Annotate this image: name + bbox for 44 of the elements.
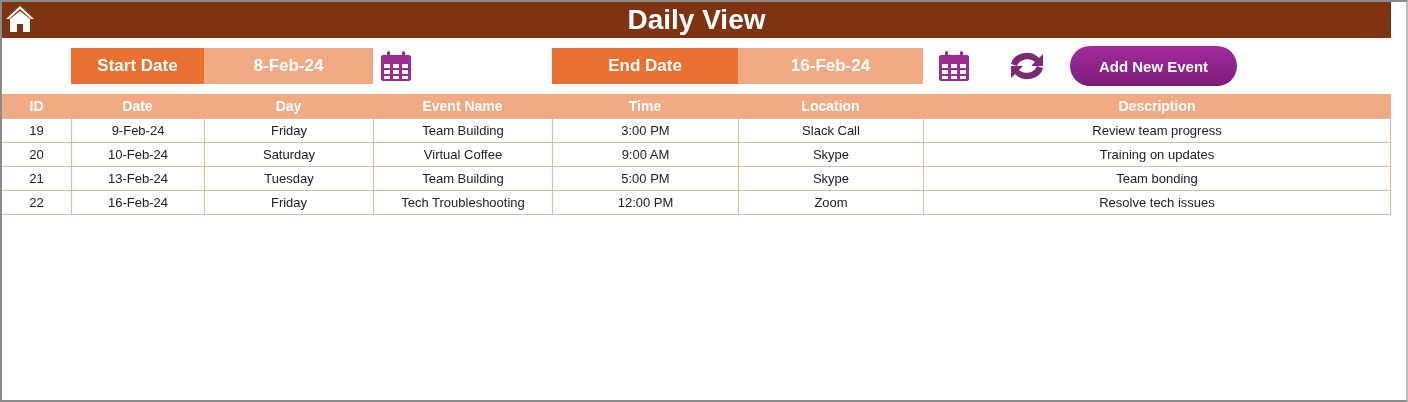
table-cell: 19 (2, 118, 71, 142)
date-field[interactable]: 8-Feb-24 (204, 48, 373, 84)
table-cell: Team bonding (923, 166, 1391, 190)
table-cell: 21 (2, 166, 71, 190)
table-cell: Zoom (738, 190, 923, 214)
table-cell: Skype (738, 166, 923, 190)
table-cell: Team Building (373, 166, 552, 190)
table-cell: Friday (204, 118, 373, 142)
column-header: Event Name (421, 97, 504, 116)
date-label: Start Date (71, 48, 204, 84)
table-cell: Tuesday (204, 166, 373, 190)
table-cell: 22 (2, 190, 71, 214)
column-header: Date (121, 97, 154, 116)
table-cell: Training on updates (923, 142, 1391, 166)
column-header: Day (274, 97, 303, 116)
add-event-button[interactable]: Add New Event (1070, 46, 1237, 86)
table-cell: Friday (204, 190, 373, 214)
column-header: Time (627, 97, 663, 116)
page-title: Daily View (627, 4, 766, 36)
table-cell: Virtual Coffee (373, 142, 552, 166)
calendar-icon[interactable] (938, 50, 970, 82)
table-cell: 3:00 PM (552, 118, 738, 142)
calendar-icon[interactable] (380, 50, 412, 82)
table-cell: Review team progress (923, 118, 1391, 142)
table-cell: Saturday (204, 142, 373, 166)
table-cell: 10-Feb-24 (71, 142, 204, 166)
table-cell: 13-Feb-24 (71, 166, 204, 190)
table-cell: 20 (2, 142, 71, 166)
column-header: ID (28, 97, 45, 116)
table-cell: 12:00 PM (552, 190, 738, 214)
table-cell: 9:00 AM (552, 142, 738, 166)
home-icon[interactable] (4, 4, 36, 34)
table-cell: 9-Feb-24 (71, 118, 204, 142)
column-header: Description (1117, 97, 1197, 116)
table-cell: 16-Feb-24 (71, 190, 204, 214)
table-cell: Tech Troubleshooting (373, 190, 552, 214)
table-cell: Skype (738, 142, 923, 166)
date-field[interactable]: 16-Feb-24 (738, 48, 923, 84)
table-cell: 5:00 PM (552, 166, 738, 190)
date-label: End Date (552, 48, 738, 84)
table-cell: Resolve tech issues (923, 190, 1391, 214)
table-cell: Team Building (373, 118, 552, 142)
table-cell: Slack Call (738, 118, 923, 142)
column-header: Location (800, 97, 861, 116)
